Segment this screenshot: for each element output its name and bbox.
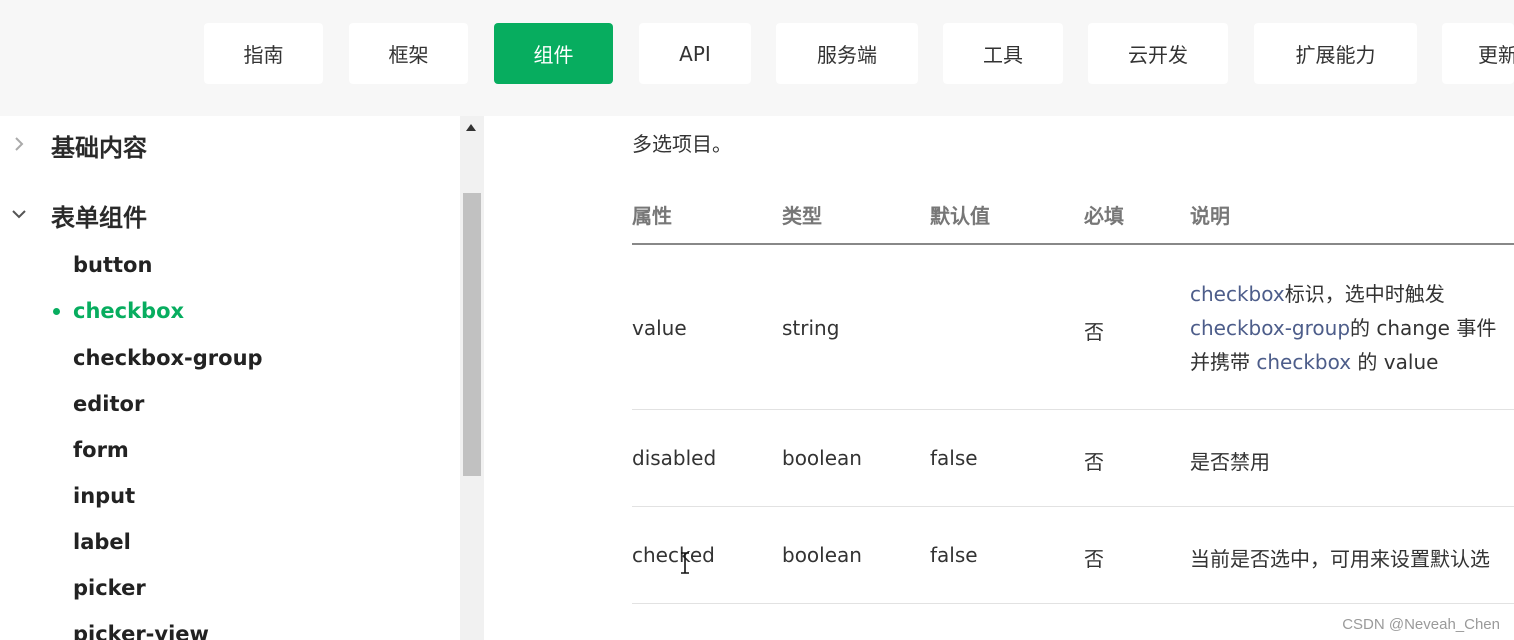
table-header-divider <box>632 243 1514 245</box>
sidebar-item-input[interactable]: input <box>73 482 135 510</box>
table-cell-default: false <box>930 446 978 470</box>
desc-text: 并携带 <box>1190 350 1257 374</box>
table-row-divider <box>632 409 1514 410</box>
sidebar-item-form[interactable]: form <box>73 436 129 464</box>
table-row-divider <box>632 506 1514 507</box>
sidebar-scrollbar[interactable] <box>460 116 484 640</box>
desc-text: 标识，选中时触发 <box>1284 282 1445 306</box>
table-cell-description: 是否禁用 <box>1190 450 1270 474</box>
table-cell-name: value <box>632 316 687 340</box>
sidebar-item-picker[interactable]: picker <box>73 574 146 602</box>
text-cursor-icon <box>681 552 689 574</box>
sidebar-item-label[interactable]: label <box>73 528 131 556</box>
sidebar-item-checkbox[interactable]: checkbox <box>73 297 184 325</box>
table-cell-type: string <box>782 316 840 340</box>
chevron-down-icon <box>12 210 26 219</box>
tab-tools[interactable]: 工具 <box>943 23 1063 84</box>
tab-updates[interactable]: 更新 <box>1442 23 1514 84</box>
category-basic-content[interactable]: 基础内容 <box>0 124 440 164</box>
table-header-required: 必填 <box>1084 204 1124 228</box>
watermark: CSDN @Neveah_Chen <box>1342 616 1500 633</box>
desc-text: 的 value <box>1351 350 1439 374</box>
link-checkbox-group[interactable]: checkbox-group <box>1190 316 1350 340</box>
category-label: 表单组件 <box>51 204 147 232</box>
table-cell-default: false <box>930 543 978 567</box>
table-header-attribute: 属性 <box>632 204 672 228</box>
table-cell-type: boolean <box>782 543 862 567</box>
tab-framework[interactable]: 框架 <box>349 23 468 84</box>
tab-components[interactable]: 组件 <box>494 23 613 84</box>
sidebar-item-button[interactable]: button <box>73 251 152 279</box>
table-header-type: 类型 <box>782 204 822 228</box>
main-content: 多选项目。 属性 类型 默认值 必填 说明 value string 否 che… <box>484 116 1514 640</box>
tab-guide[interactable]: 指南 <box>204 23 323 84</box>
table-cell-required: 否 <box>1084 320 1104 344</box>
sidebar-item-editor[interactable]: editor <box>73 390 144 418</box>
sidebar-item-checkbox-group[interactable]: checkbox-group <box>73 344 263 372</box>
active-indicator-dot <box>53 308 60 315</box>
desc-text: 的 change 事件 <box>1350 316 1497 340</box>
table-cell-description: checkbox标识，选中时触发 checkbox-group的 change … <box>1190 277 1496 379</box>
tab-api[interactable]: API <box>639 23 751 84</box>
tab-cloud-dev[interactable]: 云开发 <box>1088 23 1228 84</box>
chevron-right-icon <box>15 137 24 151</box>
table-cell-name: checked <box>632 543 715 567</box>
table-cell-description: 当前是否选中，可用来设置默认选 <box>1190 547 1490 571</box>
sidebar-item-picker-view[interactable]: picker-view <box>73 620 209 640</box>
table-cell-required: 否 <box>1084 450 1104 474</box>
top-nav: 指南 框架 组件 API 服务端 工具 云开发 扩展能力 更新 <box>0 0 1514 116</box>
table-header-default: 默认值 <box>930 204 990 228</box>
category-form-components[interactable]: 表单组件 <box>0 194 440 234</box>
table-cell-type: boolean <box>782 446 862 470</box>
link-checkbox[interactable]: checkbox <box>1190 282 1285 306</box>
category-label: 基础内容 <box>51 134 147 162</box>
table-header-description: 说明 <box>1190 204 1230 228</box>
intro-text: 多选项目。 <box>632 132 732 156</box>
table-row-divider <box>632 603 1514 604</box>
table-cell-name: disabled <box>632 446 717 470</box>
scroll-up-arrow-icon[interactable] <box>466 124 476 131</box>
sidebar: 基础内容 表单组件 button checkbox checkbox-group… <box>0 116 460 640</box>
table-cell-required: 否 <box>1084 547 1104 571</box>
scrollbar-thumb[interactable] <box>463 193 481 476</box>
tab-server[interactable]: 服务端 <box>776 23 918 84</box>
link-checkbox[interactable]: checkbox <box>1256 350 1351 374</box>
tab-extensions[interactable]: 扩展能力 <box>1254 23 1417 84</box>
